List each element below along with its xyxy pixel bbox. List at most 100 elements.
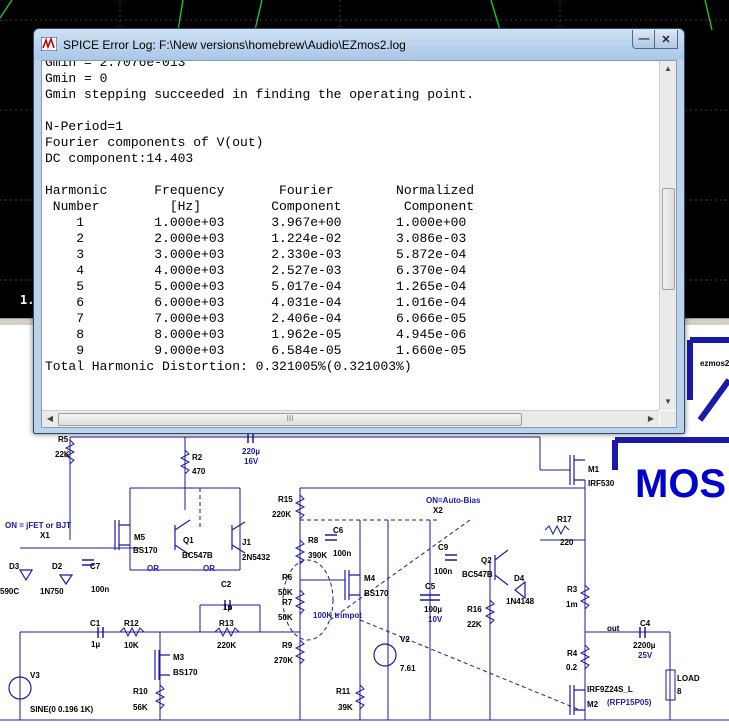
scroll-up-icon[interactable]: ▲ — [660, 61, 676, 77]
spice-error-log-window[interactable]: SPICE Error Log: F:\New versions\homebre… — [33, 28, 685, 434]
log-line: Number [Hz] Component Component — [45, 199, 475, 214]
label-m3: M3 — [173, 653, 185, 662]
log-line: 8 8.000e+03 1.962e-05 4.945e-06 — [45, 327, 467, 342]
vertical-scrollbar[interactable]: ▲ ▼ — [659, 61, 676, 410]
label-m4-type: BS170 — [364, 589, 389, 598]
label-m2-type: IRF9Z24S_L — [587, 685, 633, 694]
label-c1-value: 1µ — [91, 640, 100, 649]
label-r11: R11 — [336, 687, 351, 696]
label-r4-value: 0.2 — [566, 663, 578, 672]
label-v2: V2 — [400, 635, 410, 644]
label-m1: M1 — [588, 465, 600, 474]
label-m2: M2 — [587, 700, 599, 709]
log-line: Total Harmonic Distortion: 0.321005%(0.3… — [45, 359, 412, 374]
label-d4-type: 1N4148 — [506, 597, 535, 606]
label-q2-type: BC547B — [462, 570, 493, 579]
label-r7-value: 50K — [278, 613, 293, 622]
label-r3: R3 — [567, 585, 578, 594]
label-c-220u: 220µ — [242, 447, 260, 456]
close-icon: ✕ — [661, 33, 671, 46]
log-line: Gmin = 0 — [45, 71, 108, 86]
size-grip[interactable] — [660, 411, 676, 427]
label-d4: D4 — [514, 574, 525, 583]
vertical-scroll-thumb[interactable] — [662, 188, 675, 290]
log-line: 1 1.000e+03 3.967e+00 1.000e+00 — [45, 215, 467, 230]
label-r16-value: 22K — [467, 620, 482, 629]
label-c5: C5 — [425, 582, 436, 591]
label-out-net: out — [607, 624, 620, 633]
label-r13: R13 — [219, 619, 234, 628]
scroll-left-icon[interactable]: ◀ — [42, 411, 58, 427]
label-j1-type: 2N5432 — [242, 553, 271, 562]
label-c-16v: 16V — [244, 457, 259, 466]
label-r10: R10 — [133, 687, 148, 696]
label-q1-type: BC547B — [182, 551, 213, 560]
label-d2-type: 1N750 — [40, 587, 64, 596]
log-line: Gmin = 2.7076e-013 — [45, 60, 186, 70]
label-m5-type: BS170 — [133, 546, 158, 555]
label-c2: C2 — [221, 580, 232, 589]
label-r12-value: 10K — [124, 641, 139, 650]
log-line: 9 9.000e+03 6.584e-05 1.660e-05 — [45, 343, 467, 358]
label-c6: C6 — [333, 526, 344, 535]
label-r17: R17 — [557, 515, 572, 524]
label-r2: R2 — [192, 453, 203, 462]
log-text-area[interactable]: Gmin = 2.7076e-013 Gmin = 0 Gmin stepping … — [41, 60, 677, 428]
window-title: SPICE Error Log: F:\New versions\homebre… — [63, 38, 406, 52]
label-c7: C7 — [90, 562, 101, 571]
label-c6-value: 100n — [333, 549, 351, 558]
log-line: Gmin stepping succeeded in finding the o… — [45, 87, 475, 102]
log-line: DC component:14.403 — [45, 151, 194, 166]
log-line: 3 3.000e+03 2.330e-03 5.872e-04 — [45, 247, 467, 262]
window-titlebar[interactable]: SPICE Error Log: F:\New versions\homebre… — [34, 29, 684, 60]
label-r11-value: 39K — [338, 703, 353, 712]
ltspice-app-icon — [41, 37, 57, 51]
label-r13-value: 220K — [217, 641, 236, 650]
label-r6-value: 50K — [278, 588, 293, 597]
label-r6: R6 — [282, 573, 293, 582]
label-c4: C4 — [640, 619, 651, 628]
log-content[interactable]: Gmin = 2.7076e-013 Gmin = 0 Gmin stepping … — [45, 60, 657, 375]
log-line: 2 2.000e+03 1.224e-02 3.086e-03 — [45, 231, 467, 246]
horizontal-scroll-thumb[interactable]: III — [58, 413, 522, 426]
label-r15-value: 220K — [272, 510, 291, 519]
label-m4: M4 — [364, 574, 376, 583]
close-button[interactable]: ✕ — [654, 30, 678, 49]
label-c5-value: 100µ — [424, 605, 442, 614]
label-or-1: OR — [147, 564, 159, 573]
label-r10-value: 56K — [133, 703, 148, 712]
log-line: Fourier components of V(out) — [45, 135, 264, 150]
label-m3-type: BS170 — [173, 668, 198, 677]
label-v3: V3 — [30, 671, 40, 680]
label-auto-bias: ON=Auto-Bias — [426, 496, 481, 505]
log-line: 5 5.000e+03 5.017e-04 1.265e-04 — [45, 279, 467, 294]
label-j1: J1 — [242, 538, 251, 547]
label-r9-value: 270K — [274, 656, 293, 665]
log-line: 4 4.000e+03 2.527e-03 6.370e-04 — [45, 263, 467, 278]
label-c9: C9 — [438, 543, 449, 552]
label-x2: X2 — [433, 506, 443, 515]
minimize-button[interactable]: — — [632, 30, 656, 49]
label-d3: D3 — [9, 562, 20, 571]
label-r17-value: 220 — [560, 538, 574, 547]
label-x1: X1 — [40, 531, 50, 540]
label-v3-source: SINE(0 0.196 1K) — [30, 705, 93, 714]
label-c4-voltage: 25V — [638, 651, 653, 660]
scroll-grip: III — [286, 414, 294, 423]
log-line: 7 7.000e+03 2.406e-04 6.066e-05 — [45, 311, 467, 326]
log-line: 6 6.000e+03 4.031e-04 1.016e-04 — [45, 295, 467, 310]
log-line: N-Period=1 — [45, 119, 124, 134]
label-r9: R9 — [282, 641, 293, 650]
label-r15: R15 — [278, 495, 293, 504]
label-d2: D2 — [52, 562, 63, 571]
mos-logo-text: MOS — [635, 462, 726, 506]
label-jfet-or-bjt: ON = jFET or BJT — [5, 521, 71, 530]
label-r4: R4 — [567, 649, 578, 658]
capacitors — [82, 432, 646, 638]
horizontal-scrollbar[interactable]: ◀ III ▶ — [42, 410, 659, 427]
scroll-down-icon[interactable]: ▼ — [660, 394, 676, 410]
label-m5: M5 — [134, 533, 146, 542]
scroll-right-icon[interactable]: ▶ — [643, 411, 659, 427]
